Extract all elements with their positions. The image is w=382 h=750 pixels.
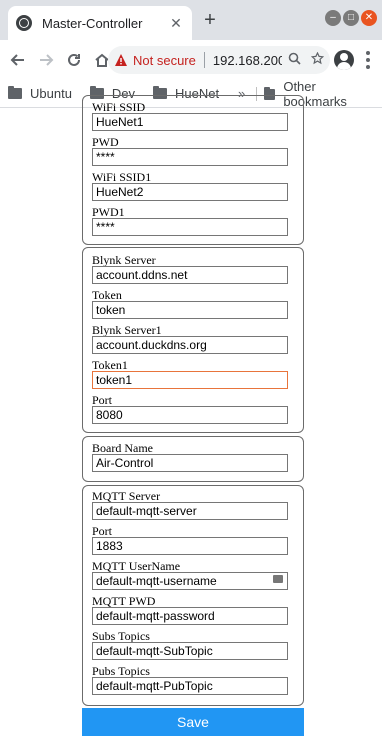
- zoom-icon[interactable]: [288, 52, 301, 65]
- arrow-right-icon: [40, 54, 54, 66]
- mqtt-subs-input[interactable]: [92, 642, 288, 660]
- minimize-window-button[interactable]: –: [325, 10, 341, 26]
- wifi-ssid1-input[interactable]: [92, 183, 288, 201]
- back-button[interactable]: [6, 48, 30, 72]
- blynk-server1-input[interactable]: [92, 336, 288, 354]
- address-bar-actions: [282, 52, 324, 65]
- close-window-button[interactable]: ✕: [361, 10, 377, 26]
- blynk-port-input[interactable]: [92, 406, 288, 424]
- profile-avatar-icon[interactable]: [334, 50, 354, 70]
- tab-close-icon[interactable]: ✕: [168, 15, 184, 32]
- mqtt-port-input[interactable]: [92, 537, 288, 555]
- blynk-token-input[interactable]: [92, 301, 288, 319]
- globe-icon: [16, 15, 32, 31]
- wifi-pwd-input[interactable]: [92, 148, 288, 166]
- mqtt-server-input[interactable]: [92, 502, 288, 520]
- tab-title: Master-Controller: [42, 15, 143, 31]
- password-manager-icon[interactable]: [273, 575, 283, 583]
- new-tab-button[interactable]: +: [200, 10, 220, 30]
- star-icon[interactable]: [311, 52, 324, 65]
- warning-icon: [115, 54, 127, 66]
- mqtt-username-input[interactable]: [92, 572, 288, 590]
- bookmark-label: Ubuntu: [30, 86, 72, 101]
- wifi-ssid-input[interactable]: [92, 113, 288, 131]
- blynk-server-input[interactable]: [92, 266, 288, 284]
- address-separator: [203, 52, 205, 68]
- browser-toolbar: Not secure 192.168.200.1: [0, 40, 382, 80]
- browser-tab[interactable]: Master-Controller ✕: [8, 6, 192, 40]
- bookmark-ubuntu[interactable]: Ubuntu: [8, 86, 72, 101]
- mqtt-pwd-input[interactable]: [92, 607, 288, 625]
- maximize-window-button[interactable]: □: [343, 10, 359, 26]
- arrow-left-icon: [10, 54, 24, 66]
- reload-icon: [68, 53, 80, 66]
- board-name-input[interactable]: [92, 454, 288, 472]
- wifi-pwd1-input[interactable]: [92, 218, 288, 236]
- security-indicator[interactable]: Not secure: [133, 53, 196, 68]
- tab-strip: Master-Controller ✕ + – □ ✕: [0, 0, 382, 40]
- more-menu-icon[interactable]: [360, 50, 376, 70]
- address-bar[interactable]: Not secure 192.168.200.1: [108, 46, 330, 74]
- forward-button[interactable]: [34, 48, 58, 72]
- mqtt-pubs-input[interactable]: [92, 677, 288, 695]
- reload-button[interactable]: [62, 48, 86, 72]
- folder-icon: [8, 86, 22, 99]
- blynk-token1-input[interactable]: [92, 371, 288, 389]
- save-button[interactable]: Save: [82, 708, 304, 736]
